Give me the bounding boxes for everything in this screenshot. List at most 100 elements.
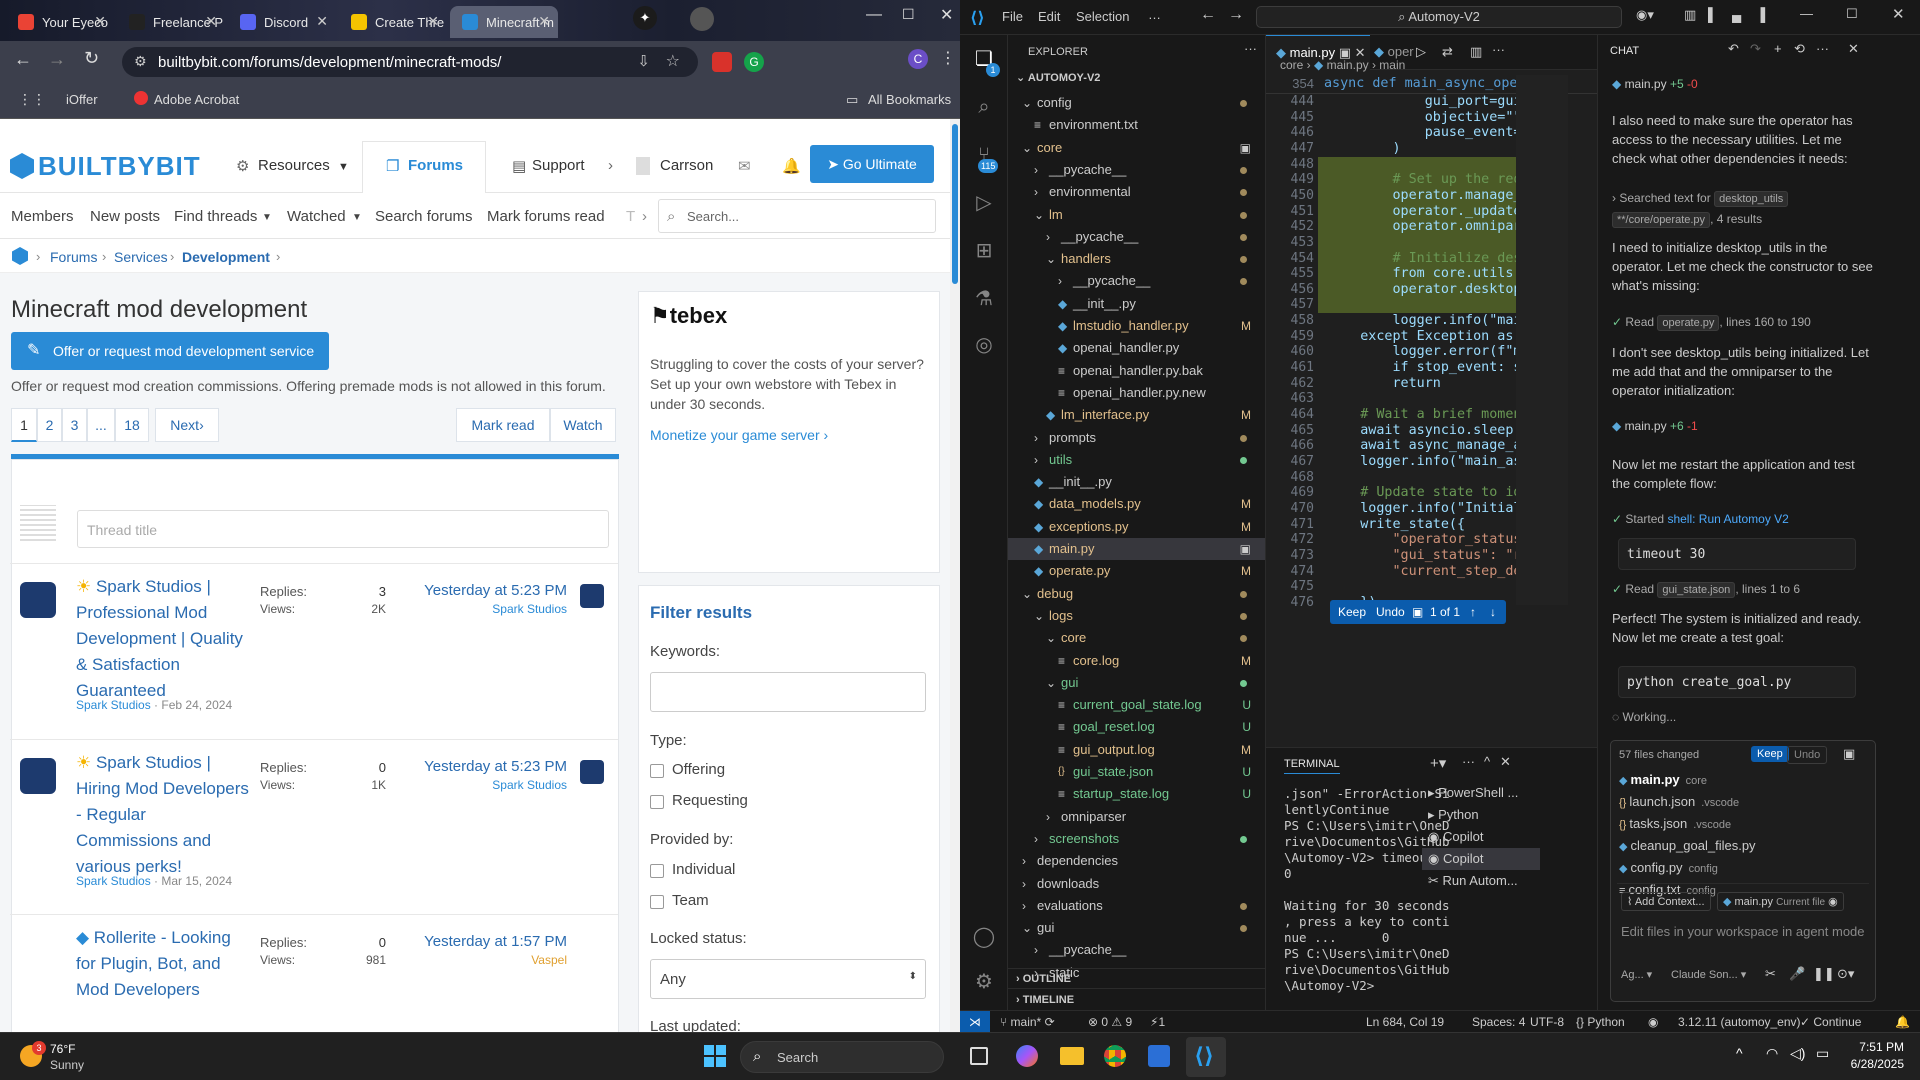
chevron-down-icon[interactable]: ▼	[338, 161, 349, 173]
chevron-right-icon[interactable]: ›	[642, 208, 647, 225]
file-explorer-icon[interactable]	[1060, 1047, 1084, 1065]
terminal-output[interactable]: .json" -ErrorAction Si lentlyContinue PS…	[1284, 786, 1450, 994]
tree-item[interactable]: › dependencies	[1008, 850, 1265, 872]
maximize-panel-icon[interactable]: ^	[1484, 754, 1490, 769]
remote-icon[interactable]: ◎	[972, 333, 996, 357]
wifi-icon[interactable]: ◠	[1766, 1045, 1778, 1062]
code-line[interactable]: logger.info("main	[1328, 313, 1529, 328]
toggle-panel-icon[interactable]: ▄	[1732, 7, 1741, 22]
tree-item[interactable]: › omniparser	[1008, 806, 1265, 828]
code-line[interactable]: # Wait a brief moment	[1328, 407, 1529, 422]
page-link[interactable]: 1	[11, 408, 37, 442]
remote-indicator-icon[interactable]: ⋊	[960, 1011, 990, 1032]
history-icon[interactable]: ⟲	[1794, 41, 1805, 57]
menu-file[interactable]: File	[1002, 9, 1023, 24]
last-poster-avatar[interactable]	[580, 760, 604, 784]
author-avatar[interactable]	[20, 758, 56, 794]
tree-item[interactable]: ⌄ debug	[1008, 583, 1265, 605]
diff-view-icon[interactable]: ▣	[1843, 746, 1855, 762]
terminal-instance[interactable]: ▸ PowerShell ...	[1422, 782, 1540, 804]
gemini-icon[interactable]: ✦	[633, 6, 657, 30]
code-line[interactable]: if stop_event: sto	[1328, 360, 1537, 375]
tree-item[interactable]: › __pycache__	[1008, 939, 1265, 961]
grammarly-icon[interactable]: G	[744, 52, 764, 72]
thread-row[interactable]: ☀ Spark Studios | Professional Mod Devel…	[10, 563, 618, 739]
tebex-link[interactable]: Monetize your game server ›	[650, 427, 828, 443]
next-page-button[interactable]: Next ›	[155, 408, 219, 442]
edit-summary-1[interactable]: ◆ main.py +5 -0	[1612, 77, 1698, 91]
nav-resources[interactable]: Resources	[258, 157, 330, 174]
subnav-find-threads[interactable]: Find threads	[174, 208, 257, 225]
tree-item[interactable]: ≡ goal_reset.log U	[1008, 716, 1265, 738]
outline-section[interactable]: › OUTLINE	[1008, 968, 1266, 988]
search-icon[interactable]: ⌕	[972, 95, 996, 119]
close-tab-icon[interactable]: ✕	[205, 13, 217, 30]
previous-change-icon[interactable]: ↑	[1470, 600, 1476, 624]
tree-item[interactable]: ≡ openai_handler.py.new	[1008, 382, 1265, 404]
tree-item[interactable]: ⌄ handlers	[1008, 248, 1265, 270]
maximize-icon[interactable]: ☐	[1846, 6, 1858, 22]
mark-read-button[interactable]: Mark read	[456, 408, 550, 442]
code-line[interactable]: operator.manage_g	[1328, 188, 1529, 203]
ports-indicator[interactable]: ⚡1	[1150, 1015, 1165, 1029]
chrome-icon[interactable]	[1104, 1045, 1126, 1067]
terminal-instance[interactable]: ◉ Copilot	[1422, 826, 1540, 848]
address-bar[interactable]: ⚙ builtbybit.com/forums/development/mine…	[122, 47, 698, 77]
last-post-time[interactable]: Yesterday at 5:23 PM	[410, 758, 567, 775]
task-view-icon[interactable]	[970, 1047, 988, 1065]
pause-icon[interactable]: ❚❚	[1813, 966, 1835, 982]
code-line[interactable]: # Initialize deskt	[1328, 251, 1537, 266]
apps-icon[interactable]: ⋮⋮	[18, 91, 46, 108]
encoding[interactable]: UTF-8	[1530, 1015, 1564, 1029]
split-editor-icon[interactable]: ▥	[1470, 44, 1482, 60]
tab-search-avatar[interactable]	[690, 7, 714, 31]
site-info-icon[interactable]: ⚙	[134, 53, 147, 70]
locked-status-select[interactable]: Any ⬍	[650, 959, 926, 999]
model-picker[interactable]: Claude Son... ▾	[1671, 968, 1746, 981]
changed-file[interactable]: {} tasks.json .vscode	[1619, 813, 1731, 835]
builtbybit-logo-icon[interactable]	[10, 153, 34, 179]
tebex-logo[interactable]: ⚑tebex	[650, 303, 727, 329]
go-ultimate-button[interactable]: ➤ Go Ultimate	[810, 145, 934, 183]
browser-tab[interactable]: Create Thre ✕	[339, 6, 447, 38]
chat-composer[interactable]: ⌇ Add Context... ◆ main.py Current file …	[1617, 883, 1869, 1001]
weather-condition[interactable]: Sunny	[50, 1058, 84, 1072]
toggle-sidebar-icon[interactable]: ▌	[1708, 7, 1717, 22]
subnav-overflow[interactable]: T	[626, 208, 635, 225]
start-icon[interactable]	[704, 1045, 726, 1067]
back-icon[interactable]: ←	[14, 49, 32, 70]
code-line[interactable]: logger.info("Initializ	[1328, 501, 1537, 516]
code-line[interactable]: operator._update_	[1328, 204, 1529, 219]
show-hidden-icons[interactable]: ^	[1736, 1045, 1743, 1061]
terminal-tool-call[interactable]: ✓ Started shell: Run Automoy V2	[1612, 512, 1789, 526]
extension-icon[interactable]	[712, 52, 732, 72]
language-mode[interactable]: {} Python	[1576, 1015, 1625, 1029]
tree-item[interactable]: › __pycache__	[1008, 159, 1265, 181]
tree-item[interactable]: ⌄ gui	[1008, 917, 1265, 939]
forward-icon[interactable]: →	[48, 49, 66, 70]
menu-icon[interactable]: ⋮	[940, 48, 956, 68]
keep-all-button[interactable]: Keep	[1751, 746, 1789, 762]
inbox-icon[interactable]: ✉	[738, 157, 751, 175]
code-line[interactable]: await async_manage_aut	[1328, 438, 1537, 453]
chevron-down-icon[interactable]: ▼	[262, 212, 272, 223]
code-line[interactable]: from core.utils.op	[1328, 266, 1537, 281]
clock-time[interactable]: 7:51 PM	[1846, 1040, 1904, 1054]
chat-more-icon[interactable]: ···	[1816, 41, 1829, 56]
changed-file[interactable]: ◆ cleanup_goal_files.py	[1619, 835, 1762, 857]
layout-icon[interactable]: ▥	[1684, 7, 1696, 23]
browser-tab[interactable]: Discord ✕	[228, 6, 336, 38]
all-bookmarks[interactable]: All Bookmarks	[868, 92, 951, 107]
tree-item[interactable]: ≡ environment.txt	[1008, 114, 1265, 136]
tree-item[interactable]: › __pycache__	[1008, 270, 1265, 292]
team-checkbox[interactable]	[650, 895, 664, 909]
close-window-icon[interactable]: ✕	[1892, 5, 1905, 23]
microphone-icon[interactable]: 🎤	[1789, 966, 1805, 982]
menu-edit[interactable]: Edit	[1038, 9, 1060, 24]
minimap[interactable]	[1516, 75, 1568, 605]
new-terminal-icon[interactable]: +▾	[1430, 754, 1446, 772]
code-line[interactable]: "current_step_det	[1328, 564, 1529, 579]
code-line[interactable]: write_state({	[1328, 517, 1465, 532]
last-post-user[interactable]: Spark Studios	[410, 602, 567, 616]
changed-file[interactable]: ◆ main.py core	[1619, 769, 1707, 791]
